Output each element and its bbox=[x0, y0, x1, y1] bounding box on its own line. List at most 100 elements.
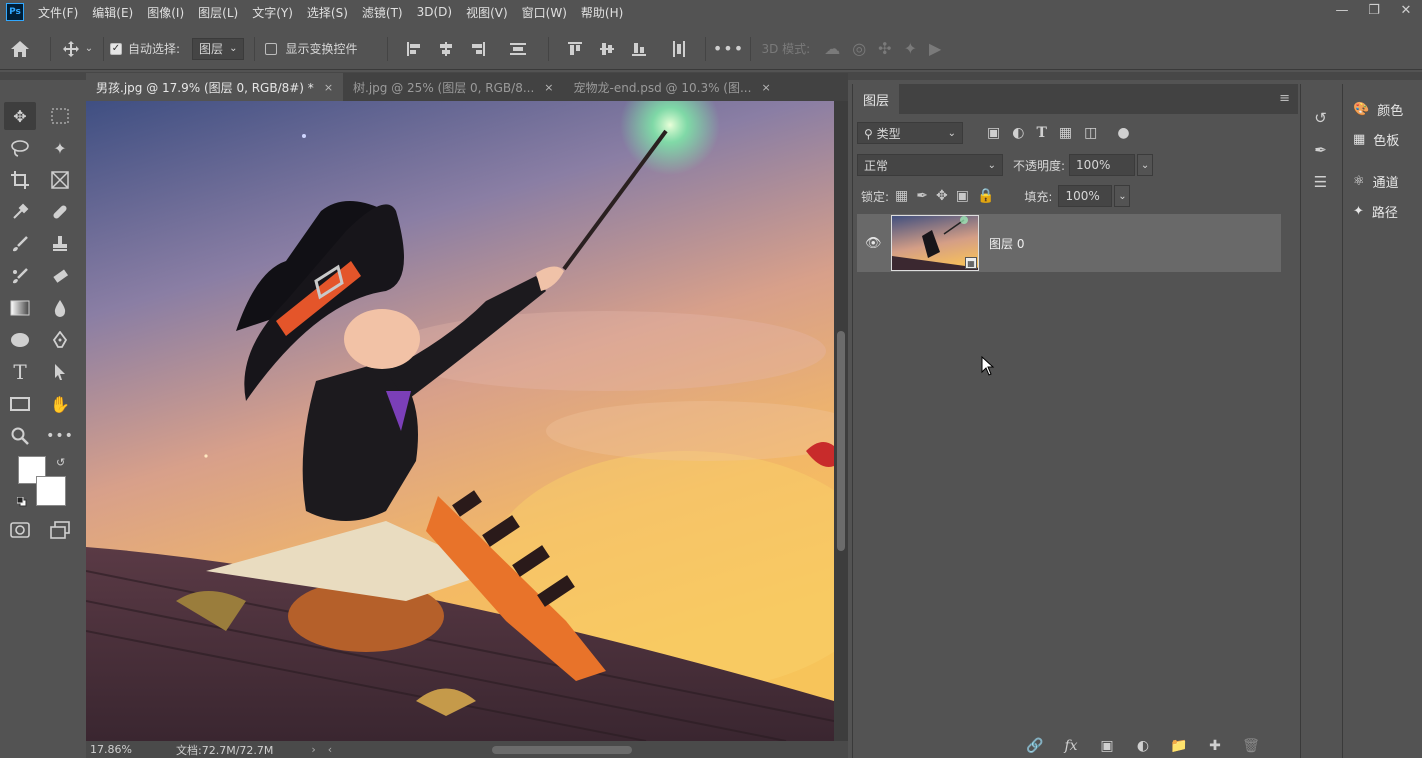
close-icon[interactable]: × bbox=[544, 81, 553, 94]
chevron-down-icon[interactable]: ⌄ bbox=[81, 43, 97, 54]
type-tool-icon[interactable]: T bbox=[4, 358, 36, 386]
delete-layer-icon[interactable]: 🗑 bbox=[1240, 737, 1262, 755]
filter-toggle-icon[interactable]: ● bbox=[1117, 125, 1129, 141]
tab-document-2[interactable]: 树.jpg @ 25% (图层 0, RGB/8... × bbox=[343, 73, 564, 101]
quick-mask-icon[interactable] bbox=[4, 516, 36, 544]
brush-tool-icon[interactable] bbox=[4, 230, 36, 258]
align-left-icon[interactable] bbox=[404, 39, 424, 59]
frame-tool-icon[interactable] bbox=[44, 166, 76, 194]
lasso-tool-icon[interactable] bbox=[4, 134, 36, 162]
tab-document-1[interactable]: 男孩.jpg @ 17.9% (图层 0, RGB/8#) * × bbox=[86, 73, 344, 101]
hand-tool-icon[interactable]: ✋ bbox=[44, 390, 76, 418]
auto-select-checkbox[interactable]: ✓ bbox=[110, 42, 122, 55]
dock-channels[interactable]: ⚛ 通道 bbox=[1343, 166, 1422, 196]
properties-panel-icon[interactable]: ☰ bbox=[1301, 166, 1340, 198]
3d-pan-icon[interactable]: ✣ bbox=[878, 39, 891, 58]
close-icon[interactable]: ✕ bbox=[1390, 0, 1422, 20]
lock-transparent-icon[interactable]: ▦ bbox=[895, 188, 908, 204]
menu-layer[interactable]: 图层(L) bbox=[198, 4, 238, 21]
status-menu-icon[interactable]: › bbox=[311, 743, 315, 756]
canvas-vertical-scrollbar[interactable] bbox=[834, 101, 848, 741]
zoom-level[interactable]: 17.86% bbox=[90, 743, 150, 756]
link-layers-icon[interactable]: 🔗 bbox=[1024, 737, 1046, 755]
restore-icon[interactable]: ❐ bbox=[1358, 0, 1390, 20]
filter-type-icon[interactable]: T bbox=[1036, 125, 1046, 141]
menu-select[interactable]: 选择(S) bbox=[307, 4, 348, 21]
fill-input[interactable]: 100% bbox=[1058, 185, 1113, 207]
lock-all-icon[interactable]: 🔒 bbox=[977, 188, 994, 204]
distribute-vertical-icon[interactable] bbox=[508, 39, 528, 59]
dock-color[interactable]: 🎨 颜色 bbox=[1343, 94, 1422, 124]
blur-tool-icon[interactable] bbox=[44, 294, 76, 322]
filter-pixel-icon[interactable]: ▣ bbox=[987, 125, 1000, 141]
filter-shape-icon[interactable]: ▦ bbox=[1059, 125, 1072, 141]
filter-adjustment-icon[interactable]: ◐ bbox=[1012, 125, 1024, 141]
marquee-tool-icon[interactable] bbox=[44, 102, 76, 130]
history-panel-icon[interactable]: ↺ bbox=[1301, 102, 1340, 134]
dock-swatches[interactable]: ▦ 色板 bbox=[1343, 124, 1422, 154]
screen-mode-icon[interactable] bbox=[44, 516, 76, 544]
default-colors-icon[interactable] bbox=[16, 496, 27, 507]
auto-select-dropdown[interactable]: 图层 ⌄ bbox=[192, 37, 245, 60]
document-canvas[interactable] bbox=[86, 101, 834, 741]
menu-filter[interactable]: 滤镜(T) bbox=[362, 4, 403, 21]
gradient-tool-icon[interactable] bbox=[4, 294, 36, 322]
chevron-down-icon[interactable]: ⌄ bbox=[1114, 185, 1131, 207]
eyedropper-icon[interactable] bbox=[4, 198, 36, 226]
lock-artboard-icon[interactable]: ▣ bbox=[956, 188, 969, 204]
layer-filter-dropdown[interactable]: ⚲ 类型 ⌄ bbox=[857, 122, 963, 144]
3d-camera-icon[interactable]: ▶ bbox=[929, 39, 941, 58]
close-icon[interactable]: × bbox=[761, 81, 770, 94]
menu-image[interactable]: 图像(I) bbox=[147, 4, 184, 21]
lock-position-icon[interactable]: ✥ bbox=[936, 188, 948, 204]
menu-window[interactable]: 窗口(W) bbox=[522, 4, 567, 21]
dodge-tool-icon[interactable] bbox=[4, 326, 36, 354]
3d-orbit-icon[interactable]: ☁ bbox=[824, 39, 840, 58]
clone-stamp-icon[interactable] bbox=[44, 230, 76, 258]
healing-brush-icon[interactable] bbox=[44, 198, 76, 226]
background-color-swatch[interactable] bbox=[36, 476, 66, 506]
crop-tool-icon[interactable] bbox=[4, 166, 36, 194]
edit-toolbar-icon[interactable]: ••• bbox=[44, 422, 76, 450]
history-brush-icon[interactable] bbox=[4, 262, 36, 290]
menu-edit[interactable]: 编辑(E) bbox=[92, 4, 133, 21]
opacity-input[interactable]: 100% bbox=[1069, 154, 1136, 176]
blend-mode-dropdown[interactable]: 正常 ⌄ bbox=[857, 154, 1003, 176]
pen-tool-icon[interactable] bbox=[44, 326, 76, 354]
dock-paths[interactable]: ✦ 路径 bbox=[1343, 196, 1422, 226]
new-group-icon[interactable]: 📁 bbox=[1168, 737, 1190, 755]
chevron-down-icon[interactable]: ⌄ bbox=[1137, 154, 1154, 176]
magic-wand-icon[interactable]: ✦ bbox=[44, 134, 76, 162]
visibility-eye-icon[interactable]: 👁 bbox=[865, 236, 882, 251]
align-bottom-icon[interactable] bbox=[629, 39, 649, 59]
move-tool-icon[interactable]: ✥ bbox=[4, 102, 36, 130]
align-right-icon[interactable] bbox=[468, 39, 488, 59]
rectangle-tool-icon[interactable] bbox=[4, 390, 36, 418]
menu-help[interactable]: 帮助(H) bbox=[581, 4, 623, 21]
align-middle-icon[interactable] bbox=[597, 39, 617, 59]
panel-menu-icon[interactable]: ≡ bbox=[1279, 91, 1290, 106]
zoom-tool-icon[interactable] bbox=[4, 422, 36, 450]
show-transform-checkbox[interactable] bbox=[265, 42, 278, 55]
layer-row[interactable]: 👁 ▦ 图层 0 bbox=[857, 214, 1281, 272]
menu-view[interactable]: 视图(V) bbox=[466, 4, 508, 21]
home-icon[interactable] bbox=[0, 40, 40, 58]
distribute-horizontal-icon[interactable] bbox=[669, 39, 689, 59]
move-tool-icon[interactable] bbox=[61, 40, 81, 58]
path-selection-icon[interactable] bbox=[44, 358, 76, 386]
menu-type[interactable]: 文字(Y) bbox=[252, 4, 293, 21]
align-center-icon[interactable] bbox=[436, 39, 456, 59]
align-top-icon[interactable] bbox=[565, 39, 585, 59]
3d-slide-icon[interactable]: ✦ bbox=[904, 39, 917, 58]
adjustment-layer-icon[interactable]: ◐ bbox=[1132, 737, 1154, 755]
eraser-tool-icon[interactable] bbox=[44, 262, 76, 290]
layer-name[interactable]: 图层 0 bbox=[989, 235, 1024, 252]
menu-file[interactable]: 文件(F) bbox=[38, 4, 78, 21]
filter-smartobject-icon[interactable]: ◫ bbox=[1084, 125, 1097, 141]
menu-3d[interactable]: 3D(D) bbox=[417, 5, 452, 19]
layer-style-fx-icon[interactable]: fx bbox=[1060, 737, 1082, 755]
minimize-icon[interactable]: — bbox=[1326, 0, 1358, 20]
close-icon[interactable]: × bbox=[324, 81, 333, 94]
add-mask-icon[interactable]: ▣ bbox=[1096, 737, 1118, 755]
tab-document-3[interactable]: 宠物龙-end.psd @ 10.3% (图... × bbox=[563, 73, 781, 101]
